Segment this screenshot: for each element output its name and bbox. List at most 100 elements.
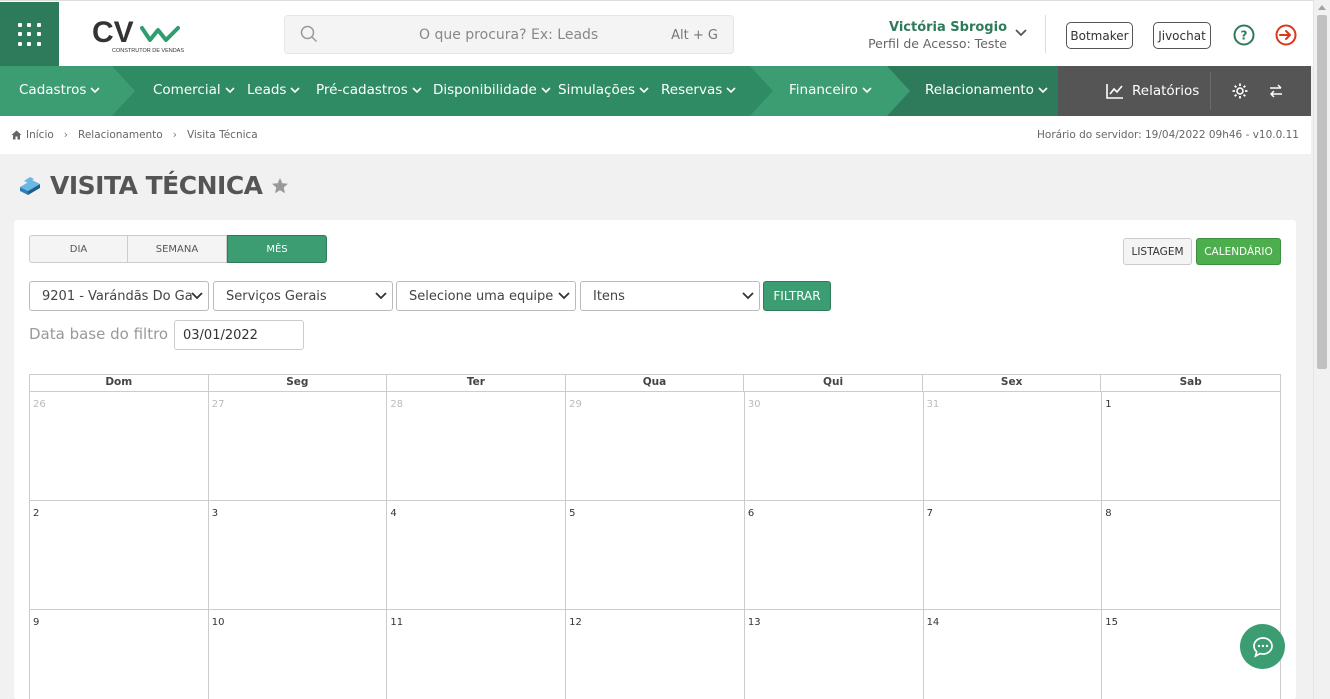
- search-placeholder: O que procura? Ex: Leads: [419, 27, 599, 43]
- calendar-day-cell[interactable]: 10: [209, 610, 388, 699]
- nav-cadastros[interactable]: Cadastros: [19, 82, 100, 98]
- day-number: 28: [390, 399, 404, 410]
- search-input[interactable]: O que procura? Ex: Leads Alt + G: [284, 15, 734, 54]
- gear-icon[interactable]: [1231, 82, 1249, 100]
- tab-semana[interactable]: SEMANA: [128, 235, 227, 263]
- day-number: 30: [747, 399, 761, 410]
- help-icon[interactable]: ?: [1233, 24, 1255, 46]
- breadcrumb-bar: Início › Relacionamento › Visita Técnica…: [0, 116, 1311, 154]
- scrollbar-thumb[interactable]: [1317, 15, 1327, 369]
- calendar-day-cell[interactable]: 7: [923, 501, 1103, 610]
- server-time: Horário do servidor: 19/04/2022 09h46 - …: [1037, 129, 1299, 141]
- svg-text:?: ?: [1241, 29, 1248, 43]
- calendar-day-cell[interactable]: 11: [387, 610, 567, 699]
- day-number: 11: [390, 617, 404, 628]
- nav-simulacoes[interactable]: Simulações: [558, 82, 649, 98]
- day-number: 10: [211, 617, 225, 628]
- divider: [1045, 15, 1046, 53]
- nav-disponibilidade[interactable]: Disponibilidade: [433, 82, 551, 98]
- calendar-day-cell[interactable]: 8: [1102, 501, 1281, 610]
- chat-icon: [1252, 636, 1273, 658]
- user-profile: Perfil de Acesso: Teste: [868, 36, 1007, 51]
- day-number: 9: [33, 617, 40, 628]
- day-number: 15: [1105, 617, 1119, 628]
- calendar-card: DIA SEMANA MÊS LISTAGEM CALENDÁRIO 9201 …: [14, 220, 1296, 699]
- itens-select[interactable]: Itens: [580, 281, 760, 311]
- breadcrumb-current: Visita Técnica: [186, 129, 258, 141]
- divider: [1210, 72, 1211, 110]
- servico-value: Serviços Gerais: [226, 288, 327, 304]
- day-number: 4: [390, 508, 397, 519]
- swap-icon[interactable]: [1268, 83, 1284, 99]
- user-name: Victória Sbrogio: [888, 20, 1007, 35]
- chevron-down-icon: [191, 292, 203, 300]
- date-filter-input[interactable]: 03/01/2022: [174, 320, 304, 350]
- calendar-day-cell[interactable]: 9: [30, 610, 209, 699]
- page-scrollbar[interactable]: [1313, 0, 1330, 699]
- calendar-day-cell[interactable]: 27: [208, 392, 388, 501]
- nav-comercial[interactable]: Comercial: [153, 82, 235, 98]
- calendar-day-cell[interactable]: 31: [923, 392, 1103, 501]
- top-header: CV CONSTRUTOR DE VENDAS O que procura? E…: [0, 0, 1313, 67]
- grid-icon: [17, 22, 42, 47]
- logout-icon[interactable]: [1275, 24, 1297, 46]
- botmaker-button[interactable]: Botmaker: [1066, 22, 1133, 49]
- equipe-select[interactable]: Selecione uma equipe: [396, 281, 576, 311]
- day-number: 7: [926, 508, 933, 519]
- nav-financeiro[interactable]: Financeiro: [789, 82, 872, 98]
- calendar-day-cell[interactable]: 5: [566, 501, 745, 610]
- nav-relacionamento[interactable]: Relacionamento: [925, 82, 1048, 98]
- tab-mes[interactable]: MÊS: [227, 235, 327, 263]
- chevron-down-icon: [639, 87, 649, 94]
- chevron-down-icon[interactable]: [1015, 29, 1027, 37]
- listagem-button[interactable]: LISTAGEM: [1123, 238, 1192, 265]
- day-number: 2: [33, 508, 40, 519]
- breadcrumb-home[interactable]: Início: [26, 129, 54, 141]
- calendar-day-cell[interactable]: 4: [387, 501, 567, 610]
- search-shortcut: Alt + G: [671, 28, 718, 43]
- nav-pre-cadastros[interactable]: Pré-cadastros: [316, 82, 422, 98]
- calendar-day-cell[interactable]: 26: [30, 392, 209, 501]
- day-number: 5: [569, 508, 576, 519]
- calendar-day-cell[interactable]: 30: [744, 392, 924, 501]
- chat-button[interactable]: [1240, 624, 1285, 669]
- main-nav: Cadastros Comercial Leads Pré-cadastros …: [0, 66, 1311, 116]
- day-number: 1: [1105, 399, 1112, 410]
- filter-button[interactable]: FILTRAR: [763, 281, 831, 311]
- empreendimento-select[interactable]: 9201 - Varándãs Do Ga: [29, 281, 209, 311]
- tab-dia[interactable]: DIA: [29, 235, 128, 263]
- calendar-day-cell[interactable]: 14: [924, 610, 1103, 699]
- chevron-right-icon: ›: [172, 129, 177, 141]
- day-number: 31: [926, 399, 940, 410]
- star-icon[interactable]: [271, 177, 289, 195]
- servico-select[interactable]: Serviços Gerais: [213, 281, 393, 311]
- chevron-down-icon: [1038, 87, 1048, 94]
- logo[interactable]: CV CONSTRUTOR DE VENDAS: [90, 14, 190, 58]
- user-menu[interactable]: Victória Sbrogio Perfil de Acesso: Teste: [868, 20, 1007, 51]
- calendar-weekday-header: Dom Seg Ter Qua Qui Sex Sab: [29, 374, 1281, 391]
- day-number: 26: [33, 399, 46, 410]
- day-number: 12: [569, 617, 582, 628]
- calendar-day-cell[interactable]: 1: [1102, 392, 1281, 501]
- calendar-day-cell[interactable]: 3: [208, 501, 388, 610]
- calendar-day-cell[interactable]: 28: [387, 392, 567, 501]
- calendar-day-cell[interactable]: 13: [745, 610, 924, 699]
- calendar-day-cell[interactable]: 6: [744, 501, 924, 610]
- calendar-day-cell[interactable]: 2: [30, 501, 209, 610]
- apps-menu-button[interactable]: [0, 2, 59, 67]
- nav-reservas[interactable]: Reservas: [661, 82, 736, 98]
- nav-leads[interactable]: Leads: [247, 82, 301, 98]
- breadcrumb-relacionamento[interactable]: Relacionamento: [78, 129, 163, 141]
- weekday-label: Dom: [30, 375, 209, 391]
- calendar-day-cell[interactable]: 29: [566, 392, 745, 501]
- chevron-down-icon: [558, 292, 570, 300]
- page-title-text: VISITA TÉCNICA: [50, 171, 263, 200]
- jivochat-button[interactable]: Jivochat: [1153, 22, 1211, 49]
- svg-text:CV: CV: [92, 16, 134, 49]
- nav-relatorios[interactable]: Relatórios: [1106, 82, 1199, 99]
- calendar-day-cell[interactable]: 12: [566, 610, 745, 699]
- day-number: 27: [211, 399, 225, 410]
- scroll-up-icon[interactable]: [1318, 4, 1326, 10]
- calendario-button[interactable]: CALENDÁRIO: [1196, 238, 1281, 265]
- chevron-down-icon: [290, 87, 301, 94]
